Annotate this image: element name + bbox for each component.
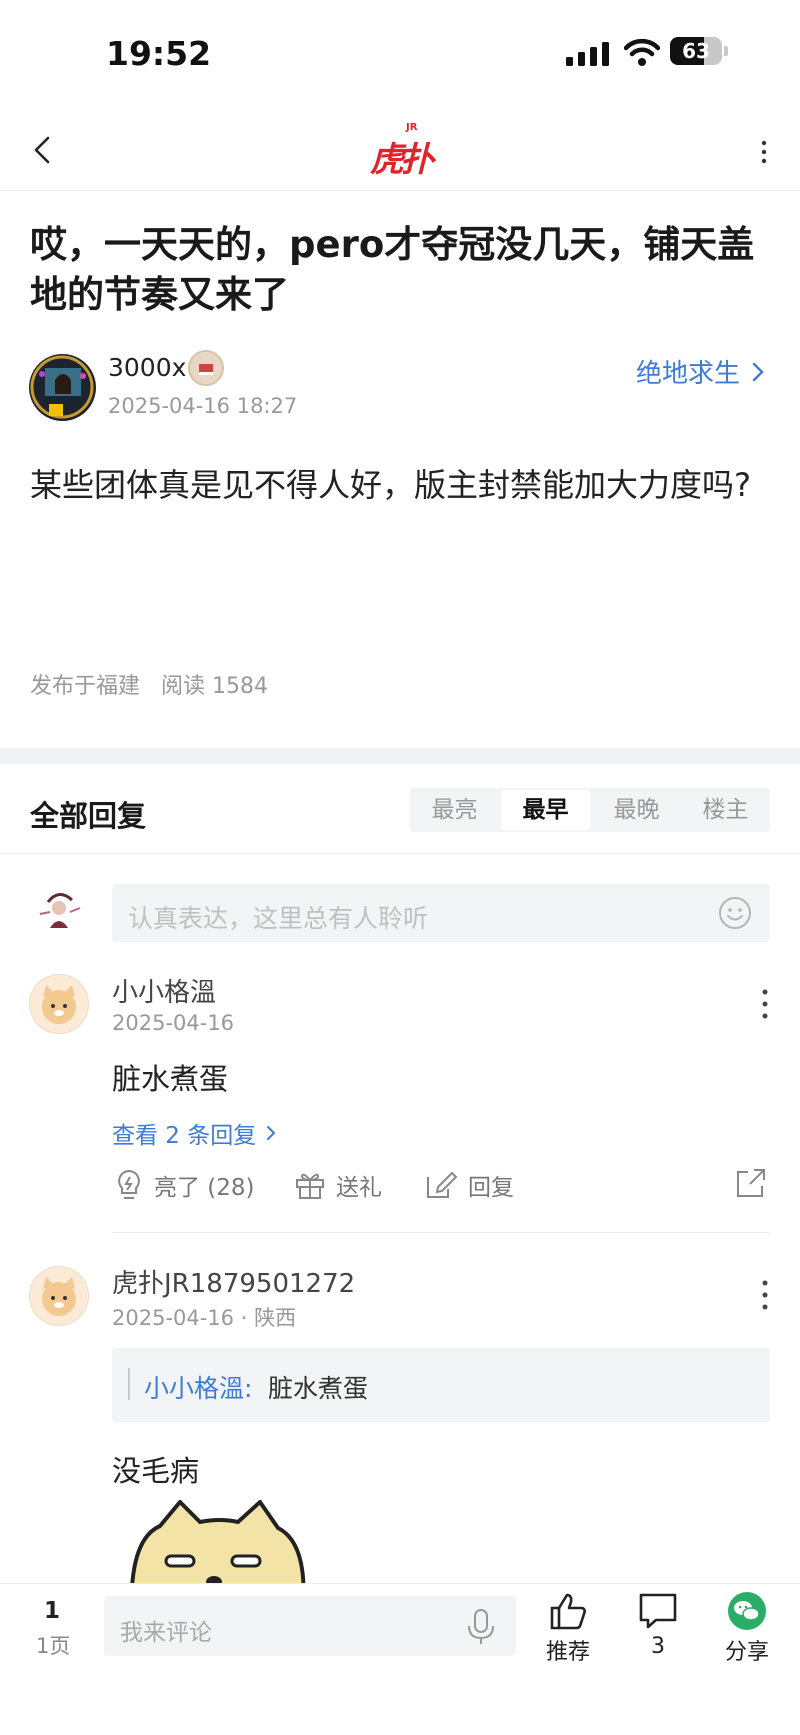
author-name[interactable]: 3000x	[108, 353, 186, 382]
gift-icon	[296, 1173, 324, 1199]
thumbs-up-icon	[550, 1593, 586, 1630]
reply-avatar[interactable]	[29, 1266, 89, 1326]
comments-button[interactable]: 3	[618, 1592, 698, 1659]
edit-icon	[427, 1171, 458, 1198]
gift-label: 送礼	[336, 1175, 382, 1201]
post-location: 发布于福建	[30, 674, 141, 699]
lightbulb-icon	[118, 1169, 140, 1199]
logo-text: 虎扑	[370, 140, 434, 180]
bottom-comment-placeholder: 我来评论	[120, 1620, 212, 1646]
reply-avatar[interactable]	[29, 974, 89, 1034]
reply-more-icon[interactable]	[755, 1275, 775, 1315]
forum-link[interactable]: 绝地求生	[636, 353, 770, 390]
reply-label: 回复	[468, 1175, 514, 1201]
signal-icon	[566, 42, 609, 66]
replies-header-divider	[0, 853, 800, 854]
share-label: 分享	[724, 1640, 769, 1665]
status-time: 19:52	[106, 34, 212, 73]
back-button[interactable]	[24, 130, 64, 170]
gift-button[interactable]: 送礼	[294, 1168, 382, 1202]
replies-title: 全部回复	[30, 799, 147, 833]
battery-level: 63	[682, 39, 710, 63]
nav-divider	[0, 190, 800, 191]
sort-tab-brightest[interactable]: 最亮	[410, 788, 499, 832]
reply-text: 没毛病	[112, 1454, 200, 1488]
post-time: 2025-04-16 18:27	[108, 394, 298, 418]
quote-text: 脏水煮蛋	[268, 1374, 369, 1403]
page-number[interactable]: 1	[44, 1598, 60, 1624]
hupu-logo: JR 虎扑	[370, 122, 434, 180]
reply-author-name[interactable]: 小小格溫	[112, 972, 216, 1009]
my-avatar[interactable]	[30, 884, 88, 942]
comment-bubble-icon	[639, 1593, 677, 1629]
like-button[interactable]: 亮了 (28)	[114, 1168, 255, 1202]
microphone-icon[interactable]	[466, 1608, 496, 1646]
wechat-icon	[728, 1592, 766, 1630]
quote-bar	[128, 1368, 130, 1400]
author-badge-icon	[188, 350, 224, 386]
sort-tab-op-only[interactable]: 楼主	[681, 788, 770, 832]
sort-tab-latest[interactable]: 最晚	[592, 788, 681, 832]
share-out-icon[interactable]	[734, 1168, 768, 1200]
recommend-label: 推荐	[545, 1640, 590, 1665]
post-title: 哎，一天天的，pero才夺冠没几天，铺天盖地的节奏又来了	[30, 223, 755, 316]
more-options-icon[interactable]	[748, 136, 780, 168]
page-label[interactable]: 1页	[36, 1630, 70, 1660]
author-avatar[interactable]	[29, 354, 96, 421]
section-gap	[0, 748, 800, 764]
comment-input-placeholder: 认真表达，这里总有人聆听	[128, 904, 429, 933]
post-body: 某些团体真是见不得人好，版主封禁能加大力度吗?	[30, 466, 751, 504]
reply-author-name[interactable]: 虎扑JR1879501272	[112, 1263, 355, 1300]
chevron-right-icon	[752, 362, 764, 381]
chevron-right-icon	[267, 1126, 276, 1140]
post-reads: 阅读 1584	[161, 674, 268, 699]
post-meta: 发布于福建 阅读 1584	[30, 668, 268, 700]
reply-time: 2025-04-16	[112, 1011, 235, 1035]
sort-tabs: 最亮 最早 最晚 楼主	[410, 788, 770, 832]
share-button[interactable]: 分享	[707, 1592, 787, 1666]
comments-count: 3	[651, 1634, 665, 1659]
reply-text: 脏水煮蛋	[112, 1062, 229, 1096]
like-label: 亮了 (28)	[154, 1175, 255, 1201]
reply-more-icon[interactable]	[755, 984, 775, 1024]
reply-time: 2025-04-16 · 陕西	[112, 1306, 297, 1330]
sort-tab-earliest[interactable]: 最早	[501, 790, 590, 830]
wifi-icon	[624, 38, 660, 66]
view-replies-link[interactable]: 查看 2 条回复	[112, 1116, 280, 1150]
view-replies-label: 查看 2 条回复	[112, 1123, 257, 1149]
reply-button[interactable]: 回复	[424, 1168, 514, 1202]
recommend-button[interactable]: 推荐	[528, 1592, 608, 1666]
emoji-icon[interactable]	[718, 896, 752, 930]
quote-author[interactable]: 小小格溫:	[144, 1369, 252, 1405]
forum-link-label: 绝地求生	[636, 359, 741, 389]
reply-divider	[112, 1232, 770, 1233]
battery-icon: 63	[670, 37, 728, 65]
